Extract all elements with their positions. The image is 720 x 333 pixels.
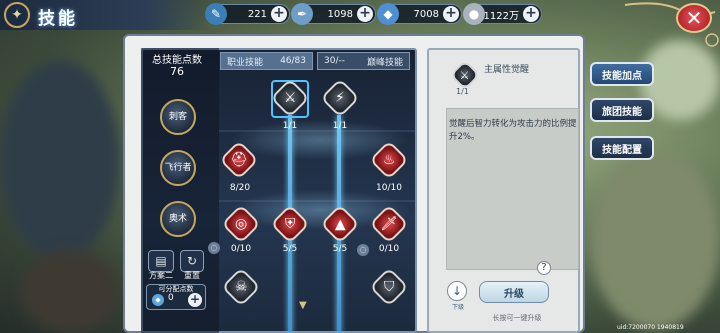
uid-label: uid:7200070 1940819	[617, 324, 684, 331]
tab-peak-skills[interactable]: 30/-- 巅峰技能	[317, 52, 410, 70]
coin-icon: ●	[463, 3, 485, 25]
skill-level-3: 8/20	[229, 183, 251, 193]
upgrade-hint: 长按可一键升级	[492, 314, 542, 322]
crossed-swords-icon: ⚔	[283, 90, 297, 106]
skill-slot-7[interactable]: ▲	[320, 204, 360, 244]
resource-coin-value: 1122万	[483, 10, 519, 22]
resource-feather: ✎ 221 +	[205, 3, 290, 25]
skill-point-icon: ◆	[152, 294, 164, 306]
game-screen: ✦ 技能 ✎ 221 + ✒ 1098 + ◆ 7008 + ● 1122万 +…	[0, 0, 720, 333]
resource-crystal: ◆ 7008 +	[377, 3, 462, 25]
skill-slot-4[interactable]: ♨	[369, 140, 409, 180]
skill-level-7: 5/5	[332, 244, 348, 254]
plan-label: 方案二	[149, 271, 173, 280]
skill-slot-1[interactable]: ⚔	[270, 78, 310, 118]
skill-level-1: 1/1	[282, 121, 298, 131]
resource-feather-value: 221	[247, 8, 267, 20]
tab-job-skills-label: 职业技能	[227, 57, 264, 68]
class-flyer-button[interactable]: 飞行者	[158, 148, 198, 188]
add-feather-button[interactable]: +	[271, 6, 287, 22]
plan-icon[interactable]: ▤	[148, 250, 174, 272]
down-label: 下级	[451, 304, 464, 311]
resource-quill-value: 1098	[327, 8, 353, 20]
skill-slot-5[interactable]: ◎	[221, 204, 261, 244]
detail-skill-name: 主属性觉醒	[484, 65, 530, 75]
detail-skill-icon: ⚔	[449, 59, 481, 91]
quill-icon: ✒	[291, 3, 313, 25]
skill-slot-6[interactable]: ⛨	[270, 204, 310, 244]
tab-job-skills[interactable]: 职业技能 46/83	[220, 52, 313, 70]
reset-icon[interactable]: ↻	[180, 250, 204, 272]
detail-skill-level: 1/1	[456, 87, 469, 96]
target-icon: ◎	[234, 216, 248, 232]
tab-job-skills-value: 46/83	[280, 56, 306, 66]
skill-slot-8[interactable]: 🗡	[369, 204, 409, 244]
crest-icon: ⛉	[383, 279, 395, 295]
upgrade-button[interactable]: 升级	[479, 281, 549, 303]
skill-level-6: 5/5	[282, 244, 298, 254]
add-points-button[interactable]: +	[188, 293, 202, 307]
tab-peak-skills-label: 巅峰技能	[366, 57, 403, 68]
crystal-icon: ◆	[377, 3, 399, 25]
total-points-label: 总技能点数	[152, 55, 202, 66]
skull-icon: ☠	[234, 279, 248, 295]
link-node-icon: ◌	[357, 244, 369, 256]
flame-icon: ♨	[382, 152, 396, 168]
side-tab-guild-skills[interactable]: 旅团技能	[590, 98, 654, 122]
detail-description: 觉醒后智力转化为攻击力的比例提升2%。	[449, 119, 577, 142]
reset-label: 重置	[184, 271, 200, 280]
class-assassin-button[interactable]: 刺客	[158, 97, 198, 137]
down-arrow-icon[interactable]: ↓	[447, 281, 467, 301]
skill-level-8: 0/10	[378, 244, 400, 254]
class-arcane-button[interactable]: 奥术	[158, 199, 198, 239]
skill-level-4: 10/10	[376, 183, 402, 193]
resource-crystal-value: 7008	[413, 8, 439, 20]
class-flyer-label: 飞行者	[164, 162, 192, 173]
slash-icon: ⚡	[335, 90, 345, 106]
add-crystal-button[interactable]: +	[443, 6, 459, 22]
tab-peak-skills-value: 30/--	[324, 56, 345, 66]
add-coin-button[interactable]: +	[523, 6, 539, 22]
skill-slot-2[interactable]: ⚡	[320, 78, 360, 118]
skill-slot-10[interactable]: ⛉	[369, 267, 409, 307]
page-title: 技能	[38, 9, 78, 29]
add-quill-button[interactable]: +	[357, 6, 373, 22]
help-icon[interactable]: ?	[537, 261, 551, 275]
class-arcane-label: 奥术	[168, 213, 187, 224]
side-tab-skill-config[interactable]: 技能配置	[590, 136, 654, 160]
skill-slot-9[interactable]: ☠	[221, 267, 261, 307]
class-assassin-label: 刺客	[168, 111, 187, 122]
shield-icon: ⛨	[284, 216, 296, 232]
feather-icon: ✎	[205, 3, 227, 25]
close-button[interactable]: ✕	[676, 3, 712, 33]
title-bar	[0, 0, 210, 30]
link-node-icon: ◌	[208, 242, 220, 254]
resource-quill: ✒ 1098 +	[291, 3, 376, 25]
skill-slot-3[interactable]: ⛑	[219, 140, 259, 180]
total-points-value: 76	[170, 65, 184, 78]
sword-icon: 🗡	[380, 216, 398, 232]
skill-level-5: 0/10	[230, 244, 252, 254]
allocatable-value: 0	[168, 293, 174, 303]
scroll-down-icon[interactable]: ▼	[299, 300, 307, 311]
helmet-icon: ⛑	[230, 152, 248, 168]
compass-icon: ✦	[4, 2, 30, 28]
skill-level-2: 1/1	[332, 121, 348, 131]
resource-coin: ● 1122万 +	[463, 3, 542, 25]
side-tab-skill-points[interactable]: 技能加点	[590, 62, 654, 86]
spike-icon: ▲	[334, 216, 346, 232]
